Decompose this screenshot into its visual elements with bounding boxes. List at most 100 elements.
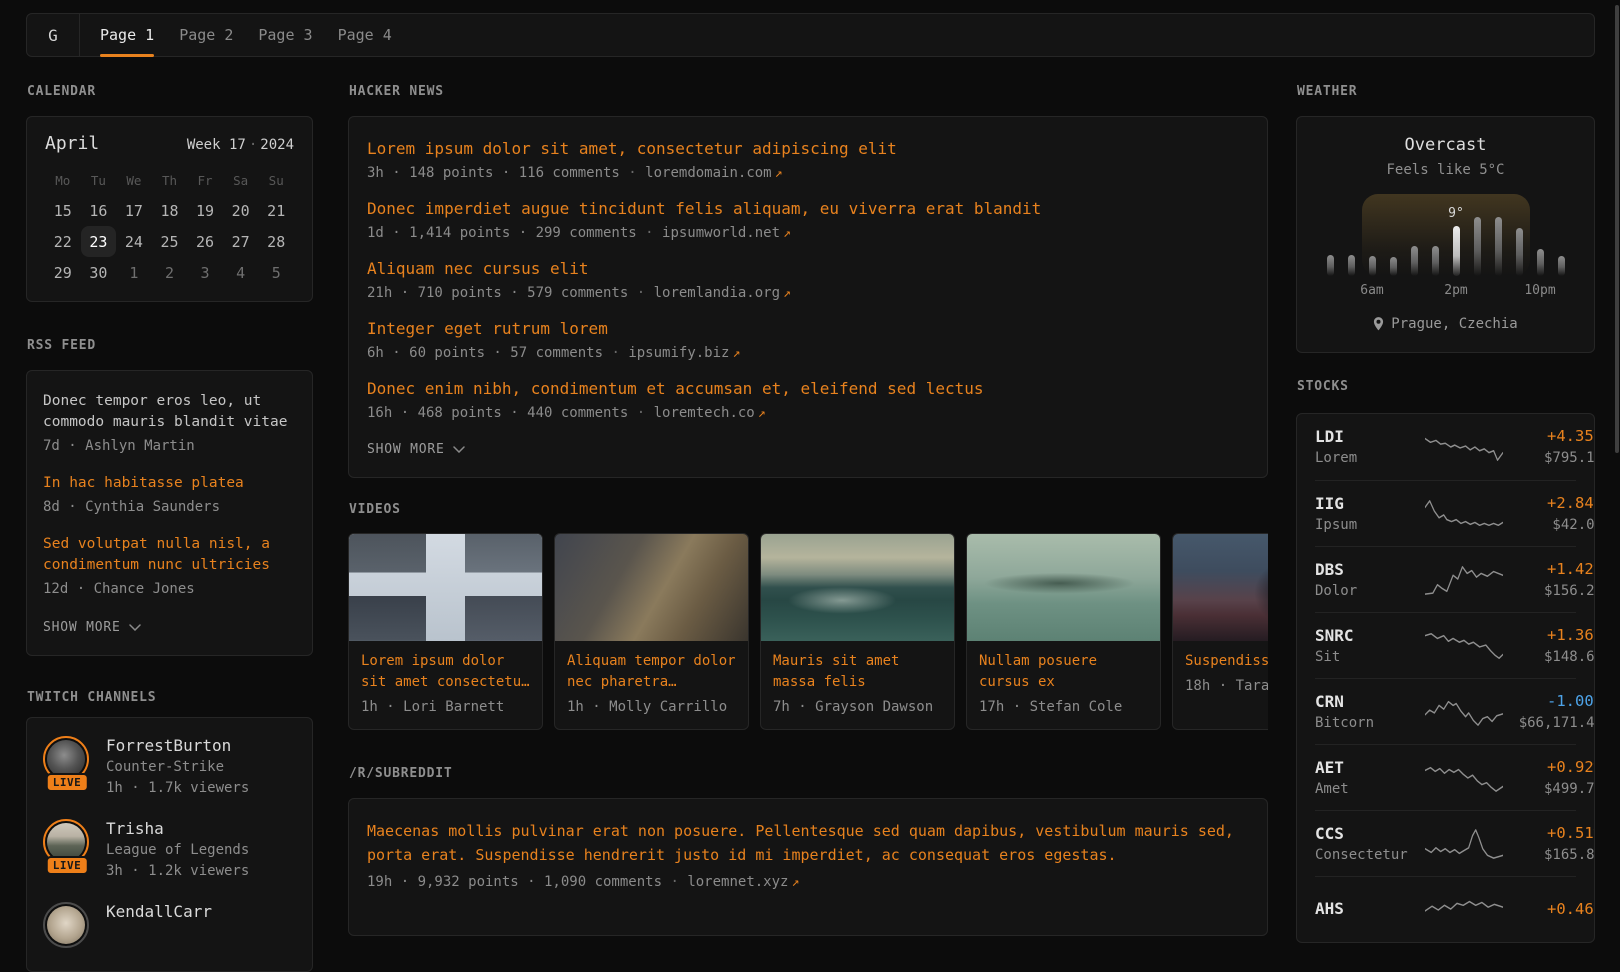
nav-tab-page-4[interactable]: Page 4: [338, 14, 392, 56]
video-card[interactable]: Suspendisse diam 18h · Tara: [1172, 533, 1268, 730]
calendar-day: 15: [45, 195, 81, 226]
calendar-day: 28: [258, 226, 294, 257]
twitch-channel-row[interactable]: LIVE ForrestBurton Counter-Strike 1h · 1…: [43, 736, 296, 798]
stock-values: +0.46%: [1503, 900, 1595, 919]
video-title[interactable]: Lorem ipsum dolor sit amet consectetu…: [361, 651, 530, 693]
video-info: Mauris sit amet massa felis 7h · Grayson…: [761, 641, 954, 729]
reddit-post-stats: 19h · 9,932 points · 1,090 comments: [367, 874, 662, 890]
twitch-channel-row[interactable]: KendallCarr: [43, 902, 296, 950]
stock-row[interactable]: DBS Dolor +1.42% $156.28: [1315, 546, 1576, 612]
channel-name[interactable]: ForrestBurton: [106, 736, 249, 756]
calendar-day: 17: [116, 195, 152, 226]
stock-values: +1.42% $156.28: [1503, 560, 1595, 600]
hn-item-title[interactable]: Aliquam nec cursus elit: [367, 258, 1249, 280]
weather-bar-slot: [1404, 194, 1425, 276]
page-root: { "colors": { "accent": "#e8821e", "nega…: [0, 0, 1620, 900]
video-card[interactable]: Aliquam tempor dolor nec pharetra… 1h · …: [554, 533, 749, 730]
video-title[interactable]: Mauris sit amet massa felis: [773, 651, 942, 693]
twitch-channel-row[interactable]: LIVE Trisha League of Legends 3h · 1.2k …: [43, 819, 296, 881]
channel-name[interactable]: KendallCarr: [106, 902, 212, 922]
stock-row[interactable]: CRN Bitcorn -1.00% $66,171.48: [1315, 678, 1576, 744]
weather-bar-slot: [1320, 194, 1341, 276]
stock-id: DBS Dolor: [1315, 560, 1425, 600]
stock-values: -1.00% $66,171.48: [1503, 692, 1595, 732]
calendar-weekday: Mo: [45, 173, 81, 188]
hn-item-meta: 16h · 468 points · 440 comments · loremt…: [367, 403, 1249, 424]
calendar-day: 4: [223, 257, 259, 288]
section-subreddit: /R/SUBREDDIT Maecenas mollis pulvinar er…: [348, 766, 1268, 936]
channel-viewers: 3h · 1.2k viewers: [106, 861, 249, 881]
nav-tab-page-1[interactable]: Page 1: [100, 14, 154, 56]
video-thumbnail: [1173, 534, 1268, 641]
twitch-header: TWITCH CHANNELS: [27, 690, 313, 705]
weather-bar: [1474, 217, 1481, 276]
nav-tab-page-3[interactable]: Page 3: [258, 14, 312, 56]
hn-item: Lorem ipsum dolor sit amet, consectetur …: [367, 138, 1249, 184]
rss-item-title[interactable]: Sed volutpat nulla nisl, a condimentum n…: [43, 534, 296, 576]
reddit-post-domain-link[interactable]: loremnet.xyz↗: [687, 874, 799, 890]
hn-item-stats: 6h · 60 points · 57 comments: [367, 345, 603, 361]
stock-row[interactable]: AET Amet +0.92% $499.72: [1315, 744, 1576, 810]
section-rss: RSS FEED Donec tempor eros leo, ut commo…: [26, 338, 313, 656]
weather-bar: [1558, 256, 1565, 276]
stock-row[interactable]: AHS +0.46%: [1315, 876, 1576, 942]
stock-row[interactable]: CCS Consectetur +0.51% $165.84: [1315, 810, 1576, 876]
calendar-weekday: Tu: [81, 173, 117, 188]
rss-item-title[interactable]: Donec tempor eros leo, ut commodo mauris…: [43, 391, 296, 433]
stock-name: Amet: [1315, 780, 1425, 798]
hn-item-domain-link[interactable]: ipsumify.biz↗: [628, 345, 740, 361]
reddit-post-title[interactable]: Maecenas mollis pulvinar erat non posuer…: [367, 819, 1249, 867]
calendar-day: 29: [45, 257, 81, 288]
top-nav: G Page 1 Page 2 Page 3 Page 4: [26, 13, 1595, 57]
stock-row[interactable]: SNRC Sit +1.36% $148.64: [1315, 612, 1576, 678]
hn-item: Donec enim nibh, condimentum et accumsan…: [367, 378, 1249, 424]
stock-name: Lorem: [1315, 449, 1425, 467]
stock-row[interactable]: IIG Ipsum +2.84% $42.04: [1315, 480, 1576, 546]
separator-dot: ·: [620, 165, 645, 181]
stock-id: IIG Ipsum: [1315, 494, 1425, 534]
rss-item-title[interactable]: In hac habitasse platea: [43, 473, 296, 494]
calendar-day: 26: [187, 226, 223, 257]
stock-values: +0.92% $499.72: [1503, 758, 1595, 798]
video-thumbnail: [761, 534, 954, 641]
calendar-weekday: Su: [258, 173, 294, 188]
hn-item-domain-link[interactable]: ipsumworld.net↗: [662, 225, 791, 241]
live-badge: LIVE: [46, 856, 89, 875]
stock-change: +1.36%: [1503, 626, 1595, 645]
video-title[interactable]: Aliquam tempor dolor nec pharetra…: [567, 651, 736, 693]
hn-item-stats: 3h · 148 points · 116 comments: [367, 165, 620, 181]
video-title[interactable]: Nullam posuere cursus ex: [979, 651, 1148, 693]
video-card[interactable]: Mauris sit amet massa felis 7h · Grayson…: [760, 533, 955, 730]
stock-ticker: SNRC: [1315, 626, 1425, 645]
hn-show-more-button[interactable]: SHOW MORE: [367, 442, 465, 457]
nav-tabs: Page 1 Page 2 Page 3 Page 4: [100, 14, 392, 56]
rss-widget: Donec tempor eros leo, ut commodo mauris…: [26, 370, 313, 656]
channel-name[interactable]: Trisha: [106, 819, 249, 839]
hn-item-domain-link[interactable]: loremtech.co↗: [654, 405, 766, 421]
rss-show-more-button[interactable]: SHOW MORE: [43, 620, 141, 635]
nav-tab-page-2[interactable]: Page 2: [179, 14, 233, 56]
calendar-weekday: Sa: [223, 173, 259, 188]
video-card[interactable]: Nullam posuere cursus ex 17h · Stefan Co…: [966, 533, 1161, 730]
app-logo[interactable]: G: [27, 14, 79, 56]
hn-item-domain-link[interactable]: loremdomain.com↗: [645, 165, 782, 181]
stock-id: AET Amet: [1315, 758, 1425, 798]
show-more-label: SHOW MORE: [43, 620, 121, 635]
scrollbar-thumb[interactable]: [1615, 5, 1619, 453]
video-meta: 18h · Tara: [1185, 678, 1268, 694]
columns: CALENDAR April Week 17·2024 MoTuWeThFrSa…: [26, 84, 1595, 972]
weather-bar: [1432, 246, 1439, 276]
video-card[interactable]: Lorem ipsum dolor sit amet consectetu… 1…: [348, 533, 543, 730]
chevron-down-icon: [453, 446, 465, 453]
hn-item-title[interactable]: Donec imperdiet augue tincidunt felis al…: [367, 198, 1249, 220]
video-info: Aliquam tempor dolor nec pharetra… 1h · …: [555, 641, 748, 729]
stock-name: Bitcorn: [1315, 714, 1425, 732]
stock-row[interactable]: LDI Lorem +4.35% $795.18: [1315, 414, 1576, 480]
calendar-widget: April Week 17·2024 MoTuWeThFrSaSu 151617…: [26, 116, 313, 302]
hn-item-title[interactable]: Lorem ipsum dolor sit amet, consectetur …: [367, 138, 1249, 160]
hn-item-title[interactable]: Donec enim nibh, condimentum et accumsan…: [367, 378, 1249, 400]
hn-item-title[interactable]: Integer eget rutrum lorem: [367, 318, 1249, 340]
video-title[interactable]: Suspendisse diam: [1185, 651, 1268, 672]
stock-sparkline: [1425, 828, 1503, 860]
hn-item-domain-link[interactable]: loremlandia.org↗: [654, 285, 791, 301]
